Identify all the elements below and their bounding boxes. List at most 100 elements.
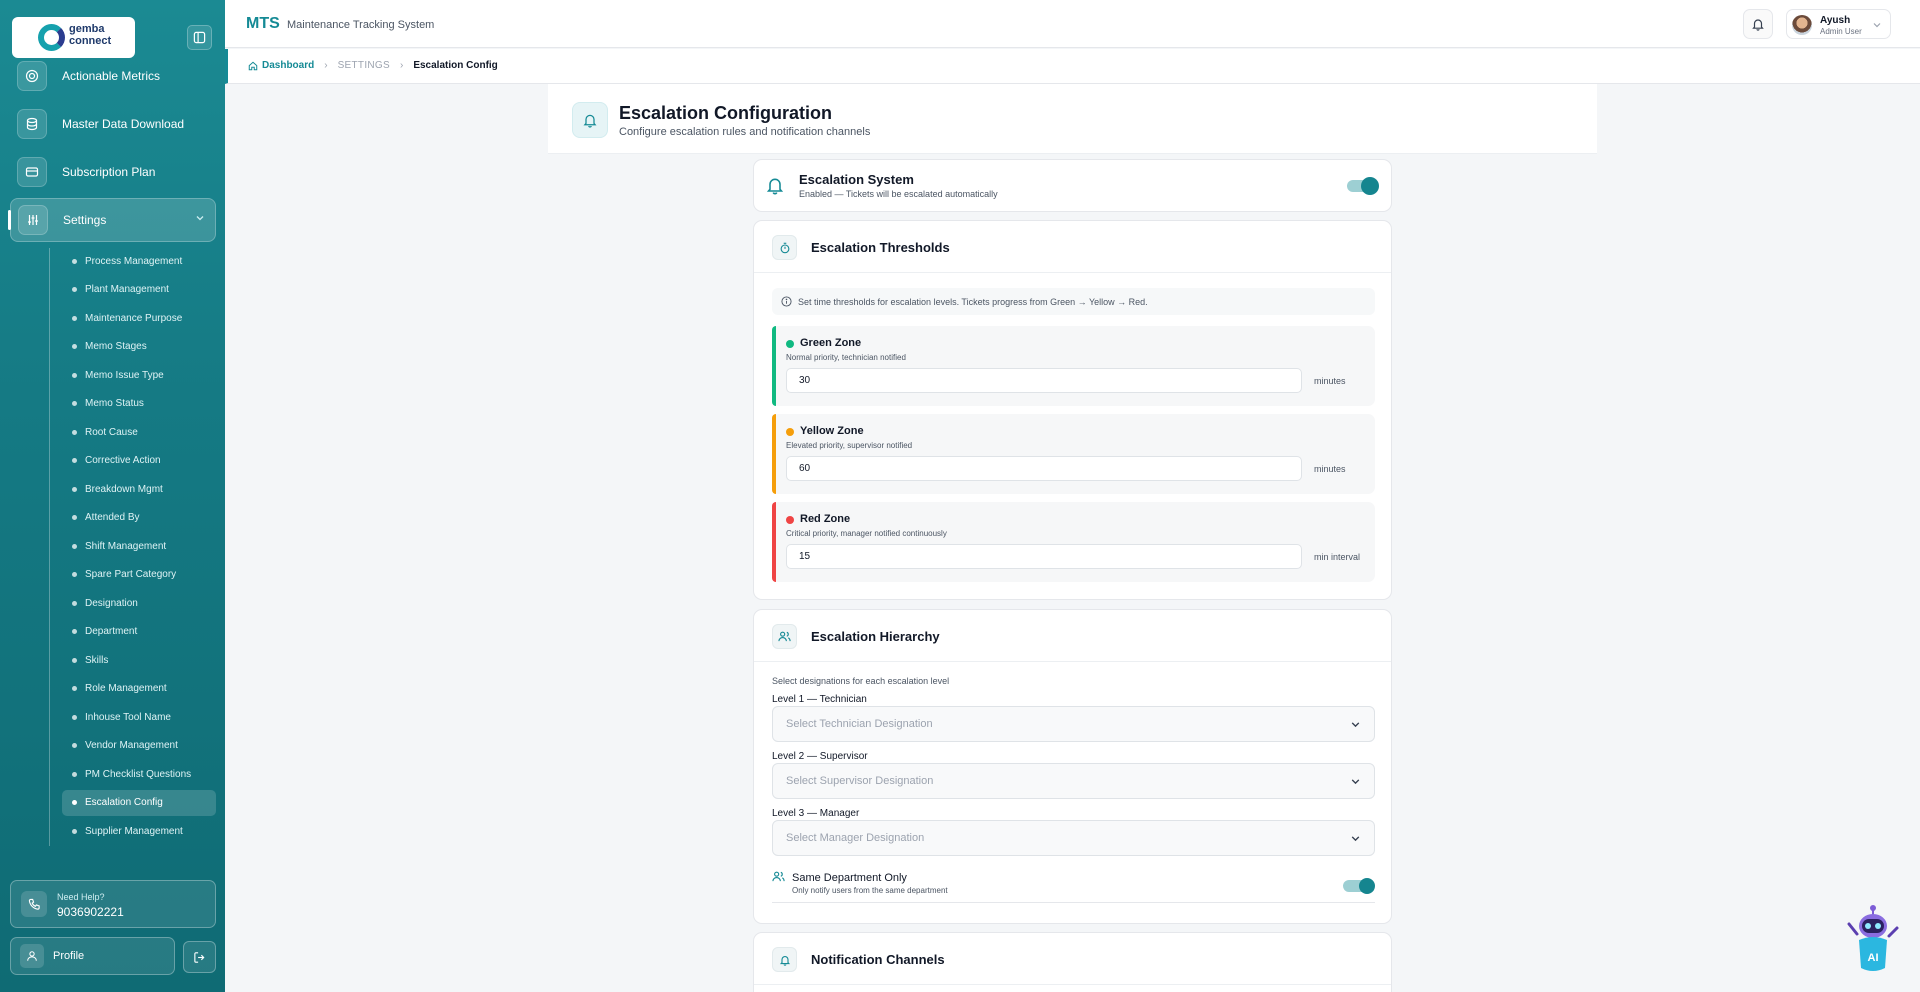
thresholds-info-text: Set time thresholds for escalation level… bbox=[798, 296, 1148, 307]
bullet-dot bbox=[72, 657, 77, 663]
bullet-dot bbox=[72, 458, 77, 463]
zone-threshold-input[interactable]: 60 bbox=[786, 456, 1302, 481]
breadcrumb-home[interactable]: Dashboard bbox=[248, 60, 314, 71]
collapse-sidebar-button[interactable] bbox=[187, 25, 212, 50]
bullet-dot bbox=[72, 743, 77, 748]
logout-button[interactable] bbox=[183, 941, 216, 973]
sidebar-subitem-pm-checklist-questions[interactable]: PM Checklist Questions bbox=[62, 761, 216, 787]
help-phone-number[interactable]: 9036902221 bbox=[57, 905, 124, 919]
escalation-system-toggle[interactable] bbox=[1347, 177, 1379, 195]
sidebar-item-subscription-plan[interactable]: Subscription Plan bbox=[10, 151, 216, 193]
notifications-button[interactable] bbox=[1743, 9, 1773, 39]
zone-green-card: Green Zone Normal priority, technician no… bbox=[772, 326, 1375, 406]
sidebar-subitem-breakdown-mgmt[interactable]: Breakdown Mgmt bbox=[62, 476, 216, 502]
sidebar-subitem-department[interactable]: Department bbox=[62, 619, 216, 645]
app-root: gemba connect Actionable Metrics Master … bbox=[0, 0, 1920, 992]
escalation-hierarchy-card: Escalation Hierarchy Select designations… bbox=[753, 609, 1392, 924]
sidebar-subitem-shift-management[interactable]: Shift Management bbox=[62, 533, 216, 559]
bullet-dot bbox=[72, 828, 77, 834]
sidebar-subitem-label: Breakdown Mgmt bbox=[85, 483, 163, 495]
bell-icon bbox=[772, 947, 797, 972]
help-label: Need Help? bbox=[57, 892, 105, 902]
sidebar-subitem-role-management[interactable]: Role Management bbox=[62, 676, 216, 702]
breadcrumb-current: Escalation Config bbox=[413, 60, 498, 71]
card-header: Escalation Hierarchy bbox=[754, 610, 1391, 662]
sidebar-subitem-label: Attended By bbox=[85, 512, 140, 523]
zone-description: Critical priority, manager notified cont… bbox=[786, 529, 947, 538]
notification-channels-card: Notification Channels bbox=[753, 932, 1392, 992]
sidebar-subitem-corrective-action[interactable]: Corrective Action bbox=[62, 448, 216, 474]
target-icon bbox=[17, 61, 47, 91]
bullet-dot bbox=[72, 543, 77, 549]
sidebar-subitem-inhouse-tool-name[interactable]: Inhouse Tool Name bbox=[62, 704, 216, 730]
divider bbox=[772, 902, 1375, 903]
user-icon bbox=[20, 944, 44, 968]
sidebar-subitem-vendor-management[interactable]: Vendor Management bbox=[62, 733, 216, 759]
bullet-dot bbox=[72, 486, 77, 492]
logo-text-line2: connect bbox=[69, 35, 112, 47]
logo-text-line1: gemba bbox=[69, 23, 105, 35]
breadcrumb-section[interactable]: SETTINGS bbox=[338, 60, 390, 71]
sidebar: gemba connect Actionable Metrics Master … bbox=[0, 0, 225, 992]
sidebar-subitem-spare-part-category[interactable]: Spare Part Category bbox=[62, 562, 216, 588]
escalation-system-status: Enabled — Tickets will be escalated auto… bbox=[799, 189, 998, 199]
top-header: MTS Maintenance Tracking System Ayush Ad… bbox=[225, 0, 1920, 48]
timer-icon bbox=[772, 235, 797, 260]
sidebar-subitem-label: Process Management bbox=[85, 255, 183, 267]
sidebar-subitem-memo-issue-type[interactable]: Memo Issue Type bbox=[62, 362, 216, 388]
select-placeholder: Select Technician Designation bbox=[786, 718, 933, 730]
sidebar-subitem-plant-management[interactable]: Plant Management bbox=[62, 277, 216, 303]
ai-assistant-button[interactable]: AI bbox=[1843, 904, 1903, 974]
same-department-toggle[interactable] bbox=[1343, 878, 1375, 894]
sidebar-subitem-attended-by[interactable]: Attended By bbox=[62, 505, 216, 531]
sidebar-subitem-label: Root Cause bbox=[85, 426, 138, 438]
sidebar-item-label: Settings bbox=[63, 213, 107, 227]
sidebar-subitem-root-cause[interactable]: Root Cause bbox=[62, 419, 216, 445]
profile-button[interactable]: Profile bbox=[10, 937, 175, 975]
zone-threshold-input[interactable]: 15 bbox=[786, 544, 1302, 569]
chevron-down-icon bbox=[1873, 23, 1881, 28]
level-3-label: Level 3 — Manager bbox=[772, 808, 860, 819]
sidebar-subitem-supplier-management[interactable]: Supplier Management bbox=[62, 818, 216, 844]
escalation-thresholds-card: Escalation Thresholds Set time threshold… bbox=[753, 220, 1392, 600]
chevron-right-icon: › bbox=[399, 60, 404, 71]
bell-icon bbox=[1752, 19, 1764, 31]
level-1-select[interactable]: Select Technician Designation bbox=[772, 706, 1375, 742]
sidebar-item-settings[interactable]: Settings bbox=[10, 198, 216, 242]
sidebar-subitem-process-management[interactable]: Process Management bbox=[62, 248, 216, 274]
zone-description: Elevated priority, supervisor notified bbox=[786, 441, 913, 450]
zone-name: Red Zone bbox=[800, 513, 851, 525]
bullet-dot bbox=[72, 401, 77, 406]
sidebar-item-label: Subscription Plan bbox=[62, 165, 156, 179]
home-icon bbox=[248, 61, 258, 70]
user-menu[interactable]: Ayush Admin User bbox=[1786, 9, 1891, 39]
page-subtitle: Configure escalation rules and notificat… bbox=[619, 126, 871, 138]
bullet-dot bbox=[72, 315, 77, 321]
bullet-dot bbox=[72, 600, 77, 606]
sidebar-subitem-memo-stages[interactable]: Memo Stages bbox=[62, 334, 216, 360]
bullet-dot bbox=[72, 714, 77, 720]
help-box[interactable]: Need Help? 9036902221 bbox=[10, 880, 216, 928]
sidebar-subitem-label: Skills bbox=[85, 654, 109, 666]
sidebar-subitem-designation[interactable]: Designation bbox=[62, 590, 216, 616]
app-code: MTS bbox=[246, 15, 280, 32]
level-3-select[interactable]: Select Manager Designation bbox=[772, 820, 1375, 856]
sidebar-subitem-skills[interactable]: Skills bbox=[62, 647, 216, 673]
chevron-down-icon bbox=[1351, 836, 1360, 842]
bullet-dot bbox=[72, 287, 77, 292]
sidebar-subitem-label: Supplier Management bbox=[85, 825, 183, 837]
zone-color-bar bbox=[772, 502, 776, 582]
escalation-system-card: Escalation System Enabled — Tickets will… bbox=[753, 159, 1392, 212]
user-role: Admin User bbox=[1820, 27, 1862, 36]
level-2-select[interactable]: Select Supervisor Designation bbox=[772, 763, 1375, 799]
sidebar-subitem-label: Spare Part Category bbox=[85, 569, 177, 580]
sidebar-subitem-maintenance-purpose[interactable]: Maintenance Purpose bbox=[62, 305, 216, 331]
sidebar-subitem-escalation-config[interactable]: Escalation Config bbox=[62, 789, 216, 816]
sidebar-subitem-memo-status[interactable]: Memo Status bbox=[62, 391, 216, 417]
toggle-knob bbox=[1359, 878, 1375, 894]
zone-status-dot bbox=[786, 516, 794, 524]
zone-threshold-input[interactable]: 30 bbox=[786, 368, 1302, 393]
sidebar-item-master-data-download[interactable]: Master Data Download bbox=[10, 103, 216, 145]
sidebar-item-actionable-metrics[interactable]: Actionable Metrics bbox=[10, 55, 216, 97]
logo[interactable]: gemba connect bbox=[12, 17, 135, 58]
